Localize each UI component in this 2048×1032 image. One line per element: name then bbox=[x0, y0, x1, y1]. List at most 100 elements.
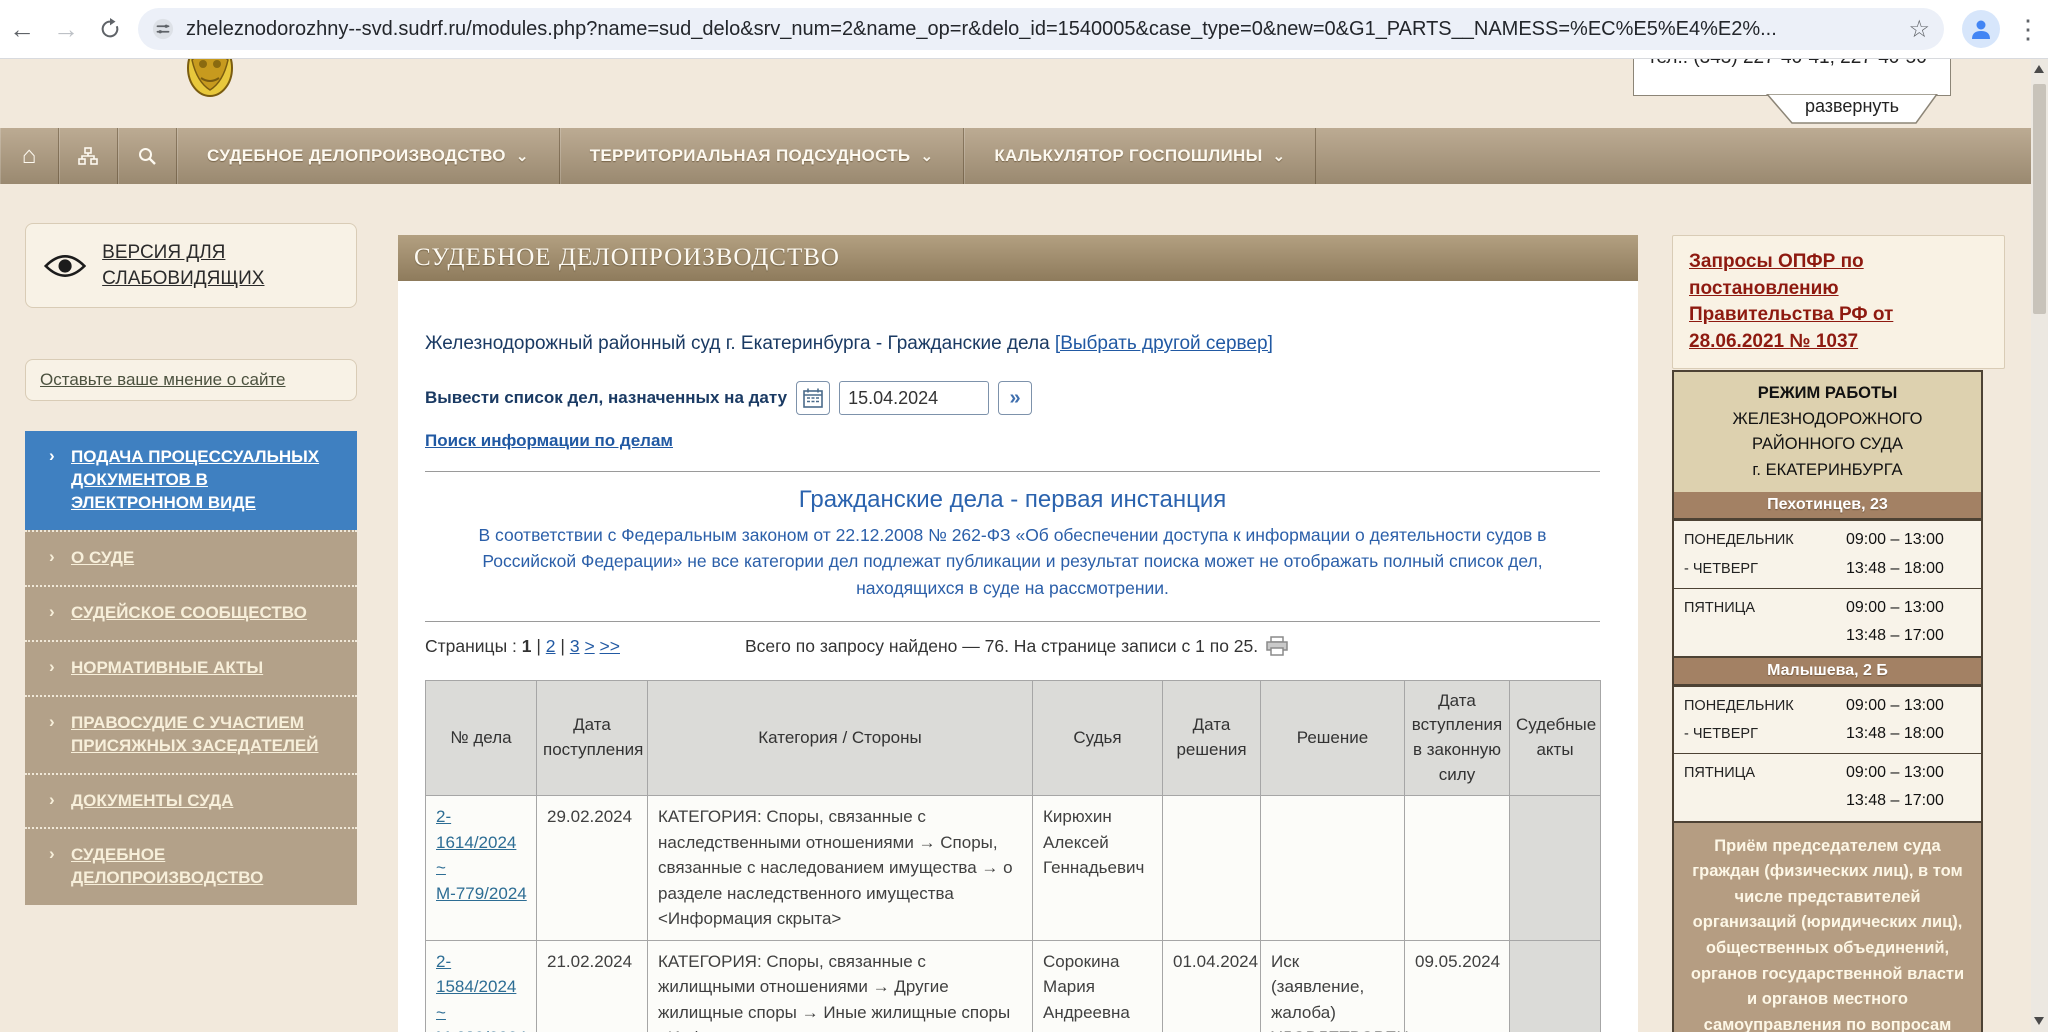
case-number-link[interactable]: 2-1614/2024 ~ М-779/2024 bbox=[436, 807, 527, 903]
reload-button[interactable] bbox=[88, 7, 132, 51]
judge-name: Сорокина Мария Андреевна bbox=[1033, 940, 1163, 1032]
show-list-button[interactable]: » bbox=[998, 381, 1032, 415]
col-decision: Решение bbox=[1261, 680, 1405, 796]
expand-button[interactable]: развернуть bbox=[1766, 94, 1938, 125]
page-title: СУДЕБНОЕ ДЕЛОПРОИЗВОДСТВО bbox=[398, 235, 1638, 281]
address-bar[interactable]: zheleznodorozhny--svd.sudrf.ru/modules.p… bbox=[138, 8, 1944, 50]
page-last-link[interactable]: >> bbox=[600, 636, 620, 656]
date-filter-label: Вывести список дел, назначенных на дату bbox=[425, 388, 787, 408]
page-link-3[interactable]: 3 bbox=[570, 636, 580, 656]
scroll-down-arrow[interactable] bbox=[2034, 1017, 2044, 1025]
legal-force-date bbox=[1405, 796, 1510, 941]
back-button[interactable]: ← bbox=[0, 7, 44, 51]
feedback-link[interactable]: Оставьте ваше мнение о сайте bbox=[40, 370, 286, 389]
court-name-line: Железнодорожный районный суд г. Екатерин… bbox=[425, 333, 1600, 355]
schedule-title: РЕЖИМ РАБОТЫ ЖЕЛЕЗНОДОРОЖНОГО РАЙОННОГО … bbox=[1674, 372, 1981, 492]
table-row: 2-1614/2024 ~ М-779/2024 29.02.2024 КАТЕ… bbox=[426, 796, 1601, 941]
decision-date bbox=[1163, 796, 1261, 941]
col-decision-date: Дата решения bbox=[1163, 680, 1261, 796]
cases-table: № дела Дата поступления Категория / Стор… bbox=[425, 680, 1601, 1032]
sidebar-item-normative-acts[interactable]: › НОРМАТИВНЫЕ АКТЫ bbox=[25, 640, 357, 695]
decision: Иск (заявление, жалоба) УДОВЛЕТВОРЕН bbox=[1261, 940, 1405, 1032]
profile-avatar[interactable] bbox=[1962, 10, 2000, 48]
reception-notice: Приём председателем суда граждан (физиче… bbox=[1674, 821, 1981, 1032]
decision bbox=[1261, 796, 1405, 941]
legal-notice: В соответствии с Федеральным законом от … bbox=[448, 522, 1578, 601]
bookmark-star-icon[interactable]: ☆ bbox=[1908, 15, 1930, 44]
site-info-icon[interactable] bbox=[152, 18, 174, 40]
bullet-icon: › bbox=[49, 601, 55, 624]
browser-toolbar: ← → zheleznodorozhny--svd.sudrf.ru/modul… bbox=[0, 0, 2048, 59]
received-date: 21.02.2024 bbox=[537, 940, 648, 1032]
sidebar-item-e-filing[interactable]: › ПОДАЧА ПРОЦЕССУАЛЬНЫХ ДОКУМЕНТОВ В ЭЛЕ… bbox=[25, 431, 357, 530]
nav-item-calculator[interactable]: КАЛЬКУЛЯТОР ГОСПОШЛИНЫ ⌄ bbox=[964, 128, 1316, 184]
calendar-icon bbox=[803, 388, 823, 408]
forward-button[interactable]: → bbox=[44, 7, 88, 51]
divider bbox=[425, 621, 1600, 622]
page-link-2[interactable]: 2 bbox=[546, 636, 556, 656]
pagination: Страницы : 1 | 2 | 3 > >> bbox=[425, 636, 620, 657]
judicial-acts bbox=[1510, 796, 1601, 941]
browser-menu-button[interactable]: ⋮ bbox=[2008, 14, 2048, 45]
case-number-link[interactable]: 2-1584/2024 ~ М-639/2024 bbox=[436, 952, 527, 1032]
sidebar-item-court-documents[interactable]: › ДОКУМЕНТЫ СУДА bbox=[25, 773, 357, 828]
chevron-down-icon: ⌄ bbox=[516, 147, 529, 165]
calendar-button[interactable] bbox=[796, 381, 830, 415]
opfr-requests-box: Запросы ОПФР по постановлению Правительс… bbox=[1672, 235, 2005, 369]
main-panel: Железнодорожный районный суд г. Екатерин… bbox=[398, 281, 1638, 1032]
opfr-requests-link[interactable]: Запросы ОПФР по постановлению Правительс… bbox=[1689, 251, 1893, 352]
decision-date: 01.04.2024 bbox=[1163, 940, 1261, 1032]
accessibility-label[interactable]: ВЕРСИЯ ДЛЯ СЛАБОВИДЯЩИХ bbox=[102, 240, 338, 291]
bullet-icon: › bbox=[49, 656, 55, 679]
received-date: 29.02.2024 bbox=[537, 796, 648, 941]
schedule-row: ПЯТНИЦА 09:00 – 13:00 13:48 – 17:00 bbox=[1674, 588, 1981, 656]
case-category: КАТЕГОРИЯ: Споры, связанные с наследстве… bbox=[648, 796, 1033, 941]
case-search-link[interactable]: Поиск информации по делам bbox=[425, 431, 673, 451]
col-judge: Судья bbox=[1033, 680, 1163, 796]
print-icon[interactable] bbox=[1266, 636, 1288, 656]
choose-server-link[interactable]: [Выбрать другой сервер] bbox=[1055, 333, 1273, 354]
sidebar-item-judicial-community[interactable]: › СУДЕЙСКОЕ СООБЩЕСТВО bbox=[25, 585, 357, 640]
chevron-down-icon: ⌄ bbox=[920, 147, 933, 165]
col-legal-force-date: Дата вступления в законную силу bbox=[1405, 680, 1510, 796]
schedule-row: ПОНЕДЕЛЬНИК - ЧЕТВЕРГ 09:00 – 13:00 13:4… bbox=[1674, 686, 1981, 754]
url-text[interactable]: zheleznodorozhny--svd.sudrf.ru/modules.p… bbox=[186, 18, 1898, 41]
reload-icon bbox=[99, 18, 121, 40]
scroll-up-arrow[interactable] bbox=[2034, 65, 2044, 73]
chevron-down-icon: ⌄ bbox=[1273, 147, 1286, 165]
eye-icon bbox=[44, 250, 86, 282]
bullet-icon: › bbox=[49, 445, 55, 468]
scrollbar-thumb[interactable] bbox=[2033, 84, 2046, 314]
nav-item-sud-delo[interactable]: СУДЕБНОЕ ДЕЛОПРОИЗВОДСТВО ⌄ bbox=[177, 128, 560, 184]
sidebar-item-jury-justice[interactable]: › ПРАВОСУДИЕ С УЧАСТИЕМ ПРИСЯЖНЫХ ЗАСЕДА… bbox=[25, 695, 357, 773]
results-summary: Всего по запросу найдено — 76. На страни… bbox=[745, 636, 1258, 657]
col-received-date: Дата поступления bbox=[537, 680, 648, 796]
case-category: КАТЕГОРИЯ: Споры, связанные с жилищными … bbox=[648, 940, 1033, 1032]
feedback-box[interactable]: Оставьте ваше мнение о сайте bbox=[25, 359, 357, 401]
section-title: Гражданские дела - первая инстанция bbox=[425, 486, 1600, 514]
address-band: Пехотинцев, 23 bbox=[1674, 492, 1981, 520]
date-filter-row: Вывести список дел, назначенных на дату … bbox=[425, 381, 1600, 415]
scrollbar[interactable] bbox=[2031, 58, 2048, 1032]
go-icon: » bbox=[1010, 387, 1021, 410]
date-input[interactable] bbox=[839, 381, 989, 415]
bullet-icon: › bbox=[49, 843, 55, 866]
bullet-icon: › bbox=[49, 789, 55, 812]
sidebar-item-about-court[interactable]: › О СУДЕ bbox=[25, 530, 357, 585]
work-schedule: РЕЖИМ РАБОТЫ ЖЕЛЕЗНОДОРОЖНОГО РАЙОННОГО … bbox=[1672, 370, 1983, 1032]
site-navbar: ⌂ СУДЕБНОЕ ДЕЛОПРОИЗВОДСТВО ⌄ ТЕРРИТОРИА… bbox=[0, 128, 2048, 184]
sitemap-button[interactable] bbox=[59, 128, 118, 184]
home-icon: ⌂ bbox=[22, 144, 37, 168]
sidebar-menu: › ПОДАЧА ПРОЦЕССУАЛЬНЫХ ДОКУМЕНТОВ В ЭЛЕ… bbox=[25, 431, 357, 905]
accessibility-version-button[interactable]: ВЕРСИЯ ДЛЯ СЛАБОВИДЯЩИХ bbox=[25, 223, 357, 308]
expand-label[interactable]: развернуть bbox=[1766, 96, 1938, 117]
page-next-link[interactable]: > bbox=[584, 636, 594, 656]
divider bbox=[425, 471, 1600, 472]
sidebar-item-court-proceedings[interactable]: › СУДЕБНОЕ ДЕЛОПРОИЗВОДСТВО bbox=[25, 827, 357, 905]
judge-name: Кирюхин Алексей Геннадьевич bbox=[1033, 796, 1163, 941]
table-header-row: № дела Дата поступления Категория / Стор… bbox=[426, 680, 1601, 796]
schedule-row: ПОНЕДЕЛЬНИК - ЧЕТВЕРГ 09:00 – 13:00 13:4… bbox=[1674, 520, 1981, 588]
search-button[interactable] bbox=[118, 128, 177, 184]
nav-item-territorial[interactable]: ТЕРРИТОРИАЛЬНАЯ ПОДСУДНОСТЬ ⌄ bbox=[560, 128, 965, 184]
home-button[interactable]: ⌂ bbox=[0, 128, 59, 184]
